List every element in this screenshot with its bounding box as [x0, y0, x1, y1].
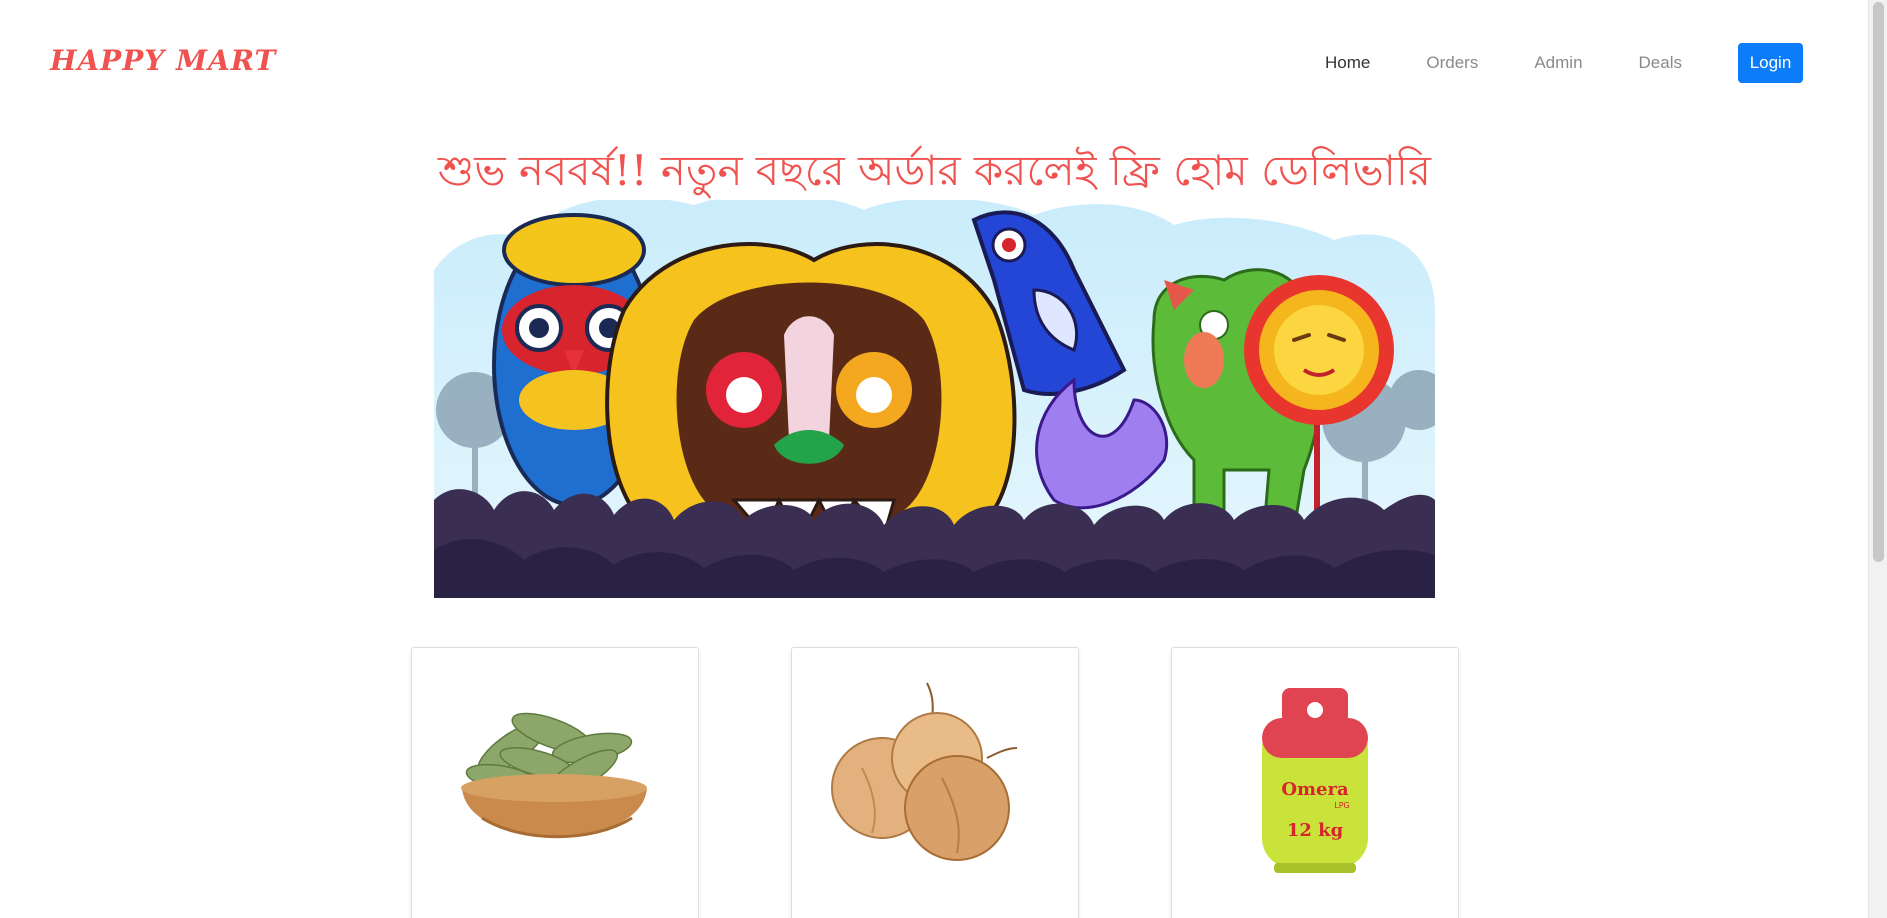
cylinder-weight-label: 12 kg — [1287, 820, 1344, 841]
navbar: HAPPY MART Home Orders Admin Deals Login — [0, 0, 1869, 125]
cylinder-brand-label: Omera — [1281, 779, 1349, 800]
page-scrollbar[interactable] — [1868, 0, 1887, 918]
product-card[interactable]: Omera LPG 12 kg — [1171, 647, 1459, 918]
lpg-cylinder-image: Omera LPG 12 kg — [1262, 688, 1368, 873]
bay-leaves-image — [461, 712, 647, 839]
product-card[interactable] — [791, 647, 1079, 918]
product-card[interactable] — [411, 647, 699, 918]
nav-link-admin[interactable]: Admin — [1534, 53, 1582, 73]
page: HAPPY MART Home Orders Admin Deals Login… — [0, 0, 1887, 918]
onions-image — [831, 682, 1018, 861]
nav-links: Home Orders Admin Deals Login — [1325, 43, 1803, 83]
festival-banner-image — [434, 200, 1435, 598]
promo-headline: শুভ নববর্ষ!! নতুন বছরে অর্ডার করলেই ফ্রি… — [438, 146, 1431, 195]
nav-link-home[interactable]: Home — [1325, 53, 1370, 73]
login-button[interactable]: Login — [1738, 43, 1803, 83]
nav-link-deals[interactable]: Deals — [1639, 53, 1682, 73]
nav-link-orders[interactable]: Orders — [1426, 53, 1478, 73]
scrollbar-thumb[interactable] — [1873, 2, 1884, 562]
cylinder-type-label: LPG — [1334, 801, 1349, 810]
brand-logo[interactable]: HAPPY MART — [50, 44, 276, 77]
